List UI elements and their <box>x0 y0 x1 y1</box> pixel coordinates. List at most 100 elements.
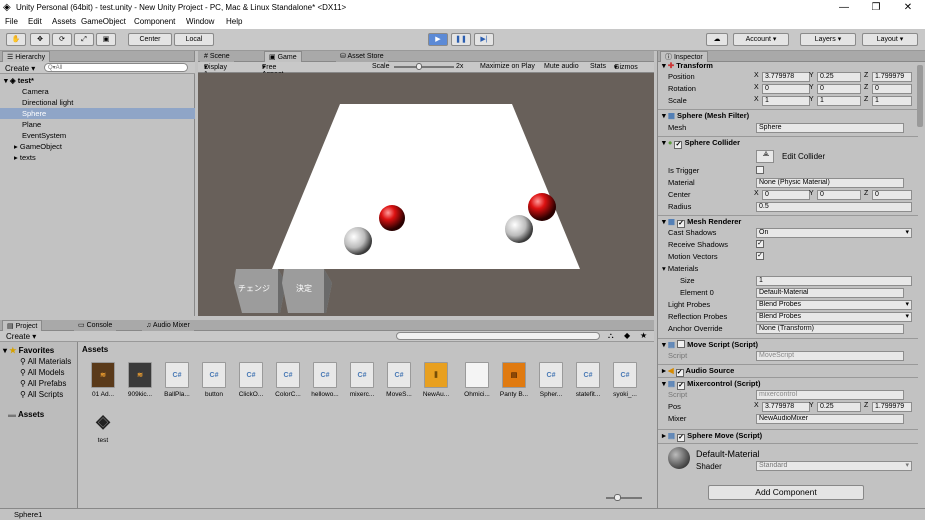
position-y-field[interactable]: 0.25 <box>817 72 861 82</box>
cast-shadows-dropdown[interactable]: On ▾ <box>756 228 912 238</box>
sphere-move-header[interactable]: ▸ ▤ ✓ Sphere Move (Script) <box>658 429 918 442</box>
hand-tool-icon[interactable]: ✋ <box>6 33 26 46</box>
mixer-field[interactable]: NewAudioMixer <box>756 414 904 424</box>
light-probes-dropdown[interactable]: Blend Probes ▾ <box>756 300 912 310</box>
asset-audio-1[interactable]: ≋ 01 Ad... <box>88 362 118 398</box>
icon-size-slider[interactable] <box>606 497 642 499</box>
mute-audio-toggle[interactable]: Mute audio <box>544 63 579 70</box>
hierarchy-search-input[interactable] <box>44 63 188 72</box>
menu-help[interactable]: Help <box>226 17 242 26</box>
move-script-enabled-checkbox[interactable] <box>677 340 686 348</box>
mixer-pos-y-field[interactable]: 0.25 <box>817 402 861 412</box>
rotation-x-field[interactable]: 0 <box>762 84 810 94</box>
center-x-field[interactable]: 0 <box>762 190 810 200</box>
maximize-on-play-toggle[interactable]: Maximize on Play <box>480 63 535 70</box>
display-dropdown[interactable]: Display 1 ▾ <box>204 63 227 78</box>
hierarchy-item-camera[interactable]: Camera <box>0 86 195 97</box>
stats-toggle[interactable]: Stats <box>590 63 606 70</box>
favorite-star-icon[interactable]: ★ <box>640 331 647 340</box>
hierarchy-item-texts[interactable]: ▸ texts <box>0 152 195 163</box>
asset-script-mixerc[interactable]: C# mixerc... <box>347 362 377 398</box>
aspect-dropdown[interactable]: Free Aspect ▾ <box>262 63 283 78</box>
minimize-button[interactable]: — <box>828 0 860 16</box>
move-tool-icon[interactable]: ✥ <box>30 33 50 46</box>
tab-console[interactable]: ▭ Console <box>74 320 117 331</box>
play-button[interactable]: ▶ <box>428 33 448 46</box>
audio-source-header[interactable]: ▸ ◀ ✓ Audio Source <box>658 364 918 377</box>
menu-file[interactable]: File <box>5 17 18 26</box>
layers-dropdown[interactable]: Layers ▾ <box>800 33 856 46</box>
sphere-collider-header[interactable]: ▾ ● ✓ Sphere Collider <box>658 136 918 149</box>
transform-component-header[interactable]: ▾ ✚ Transform <box>658 60 918 72</box>
mixercontrol-enabled-checkbox[interactable]: ✓ <box>677 382 686 390</box>
asset-script-hellowo[interactable]: C# hellowo... <box>310 362 340 398</box>
edit-collider-button[interactable]: ⟁ <box>756 150 774 163</box>
hierarchy-item-eventsystem[interactable]: EventSystem <box>0 130 195 141</box>
game-viewport[interactable]: チェンジ 決定 <box>198 73 654 316</box>
asset-scene-test[interactable]: ◈ test <box>88 408 118 444</box>
mesh-renderer-header[interactable]: ▾ ▦ ✓ Mesh Renderer <box>658 215 918 228</box>
inspector-scrollbar[interactable] <box>917 65 923 127</box>
mesh-field[interactable]: Sphere <box>756 123 904 133</box>
project-search-input[interactable] <box>396 332 600 340</box>
center-z-field[interactable]: 0 <box>872 190 912 200</box>
close-button[interactable]: ✕ <box>892 0 924 16</box>
filter-type-icon[interactable]: ⛬ <box>608 331 614 341</box>
mixercontrol-header[interactable]: ▾ ▤ ✓ Mixercontrol (Script) <box>658 377 918 390</box>
asset-script-moves[interactable]: C# MoveS... <box>384 362 414 398</box>
collider-enabled-checkbox[interactable]: ✓ <box>674 141 683 149</box>
renderer-enabled-checkbox[interactable]: ✓ <box>677 220 686 228</box>
rect-tool-icon[interactable]: ▣ <box>96 33 116 46</box>
scale-z-field[interactable]: 1 <box>872 96 912 106</box>
element0-field[interactable]: Default-Material <box>756 288 904 298</box>
tab-asset-store[interactable]: ⛁ Asset Store <box>336 51 388 62</box>
hierarchy-create-button[interactable]: Create ▾ <box>5 64 35 73</box>
pivot-center-button[interactable]: Center <box>128 33 172 46</box>
sphere-move-enabled-checkbox[interactable]: ✓ <box>677 434 686 442</box>
asset-script-syoki[interactable]: C# syoki_... <box>610 362 640 398</box>
move-script-header[interactable]: ▾ ▤ Move Script (Script) <box>658 338 918 350</box>
maximize-button[interactable]: ❐ <box>860 0 892 16</box>
assets-folder[interactable]: ▬ Assets <box>8 410 44 419</box>
asset-panty[interactable]: ▤ Panty B... <box>499 362 529 398</box>
rotate-tool-icon[interactable]: ⟳ <box>52 33 72 46</box>
asset-script-colorc[interactable]: C# ColorC... <box>273 362 303 398</box>
gizmos-dropdown[interactable]: Gizmos ▾ <box>614 63 638 71</box>
fav-all-scripts[interactable]: ⚲ All Scripts <box>20 390 63 399</box>
scale-y-field[interactable]: 1 <box>817 96 861 106</box>
scale-x-field[interactable]: 1 <box>762 96 810 106</box>
favorites-header[interactable]: ▾ ★ Favorites <box>3 346 54 355</box>
tab-scene[interactable]: # Scene <box>200 51 234 62</box>
menu-edit[interactable]: Edit <box>28 17 42 26</box>
mesh-filter-header[interactable]: ▾ ▦ Sphere (Mesh Filter) <box>658 109 918 121</box>
scale-slider[interactable] <box>394 66 454 68</box>
motion-vectors-checkbox[interactable]: ✓ <box>756 252 764 260</box>
asset-audio-mixer[interactable]: ⫼ NewAu... <box>421 362 451 398</box>
step-button[interactable]: ▶| <box>474 33 494 46</box>
pivot-local-button[interactable]: Local <box>174 33 214 46</box>
materials-size-field[interactable]: 1 <box>756 276 912 286</box>
anchor-override-field[interactable]: None (Transform) <box>756 324 904 334</box>
hierarchy-item-light[interactable]: Directional light <box>0 97 195 108</box>
asset-ohmici[interactable]: Ohmici... <box>462 362 492 398</box>
asset-script-button[interactable]: C# button <box>199 362 229 398</box>
asset-script-clicko[interactable]: C# ClickO... <box>236 362 266 398</box>
is-trigger-checkbox[interactable] <box>756 166 764 174</box>
scale-slider-thumb[interactable] <box>416 63 422 70</box>
hierarchy-item-gameobject[interactable]: ▸ GameObject <box>0 141 195 152</box>
add-component-button[interactable]: Add Component <box>708 485 864 500</box>
layout-dropdown[interactable]: Layout ▾ <box>862 33 918 46</box>
pause-button[interactable]: ❚❚ <box>451 33 471 46</box>
rotation-y-field[interactable]: 0 <box>817 84 861 94</box>
asset-script-statefit[interactable]: C# statefit... <box>573 362 603 398</box>
fav-all-prefabs[interactable]: ⚲ All Prefabs <box>20 379 66 388</box>
account-dropdown[interactable]: Account ▾ <box>733 33 789 46</box>
assets-breadcrumb[interactable]: Assets <box>82 345 108 354</box>
menu-assets[interactable]: Assets <box>52 17 76 26</box>
scale-tool-icon[interactable]: ⤢ <box>74 33 94 46</box>
position-z-field[interactable]: 1.799979 <box>872 72 912 82</box>
tab-hierarchy[interactable]: ☰ Hierarchy <box>2 51 51 62</box>
mixer-pos-x-field[interactable]: 3.779978 <box>762 402 810 412</box>
tab-game[interactable]: ▣ Game <box>264 51 302 62</box>
rotation-z-field[interactable]: 0 <box>872 84 912 94</box>
